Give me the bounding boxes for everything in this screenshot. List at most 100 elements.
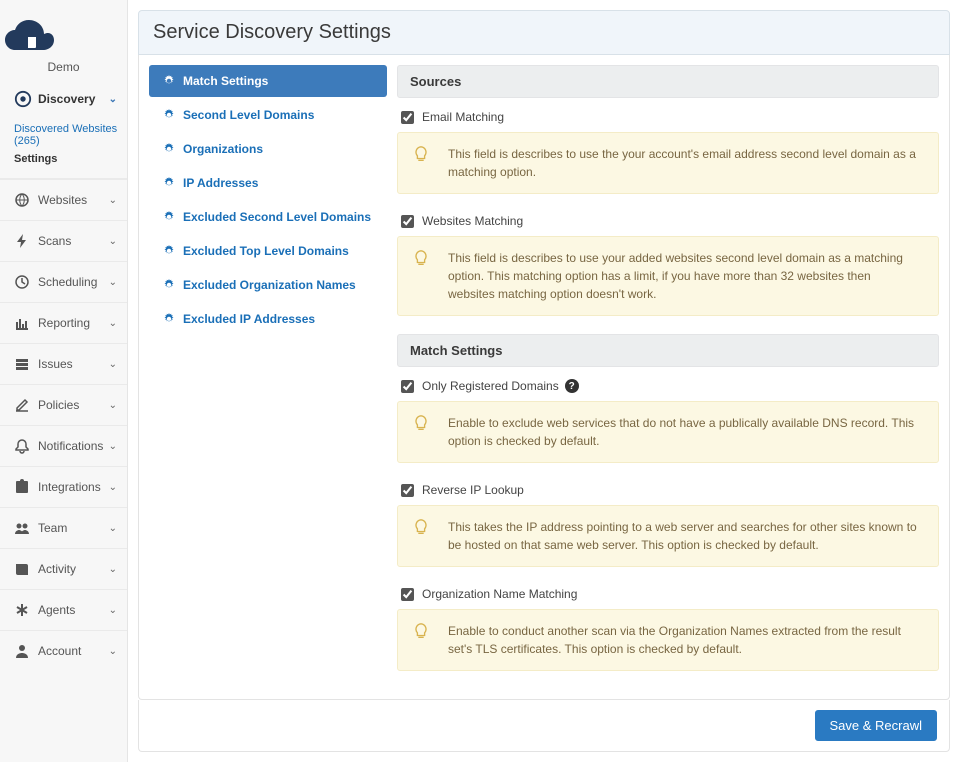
gear-icon — [163, 279, 175, 291]
gear-icon — [163, 313, 175, 325]
settings-nav-excluded-organization-names[interactable]: Excluded Organization Names — [149, 269, 387, 301]
users-icon — [14, 520, 30, 536]
chart-icon — [14, 315, 30, 331]
brand-logo — [0, 0, 127, 60]
gear-icon — [163, 109, 175, 121]
chevron-down-icon: ⌄ — [109, 195, 117, 206]
globe-icon — [14, 192, 30, 208]
settings-nav-label: IP Addresses — [183, 176, 258, 190]
nav-item-label: Issues — [38, 357, 73, 371]
settings-nav-match-settings[interactable]: Match Settings — [149, 65, 387, 97]
checkbox-only-registered-label: Only Registered Domains — [422, 379, 559, 393]
chevron-down-icon: ⌄ — [109, 523, 117, 534]
help-icon[interactable]: ? — [565, 379, 579, 393]
footer-bar: Save & Recrawl — [138, 700, 950, 752]
bell-icon — [14, 438, 30, 454]
settings-nav-label: Excluded Second Level Domains — [183, 210, 371, 224]
checkbox-websites-matching[interactable]: Websites Matching — [397, 212, 939, 236]
nav-item-label: Notifications — [38, 439, 103, 453]
lightbulb-icon — [412, 414, 430, 432]
info-org-name: Enable to conduct another scan via the O… — [397, 609, 939, 671]
nav-item-label: Policies — [38, 398, 79, 412]
nav-item-label: Account — [38, 644, 81, 658]
settings-nav-label: Second Level Domains — [183, 108, 314, 122]
lightbulb-icon — [412, 518, 430, 536]
settings-nav-label: Organizations — [183, 142, 263, 156]
nav-item-websites[interactable]: Websites ⌄ — [0, 179, 127, 220]
chevron-down-icon: ⌄ — [109, 605, 117, 616]
nav-item-integrations[interactable]: Integrations ⌄ — [0, 466, 127, 507]
checkbox-org-name-label: Organization Name Matching — [422, 587, 577, 601]
nav-item-label: Team — [38, 521, 67, 535]
subnav-settings[interactable]: Settings — [14, 150, 127, 168]
checkbox-only-registered[interactable]: Only Registered Domains ? — [397, 377, 939, 401]
nav-item-issues[interactable]: Issues ⌄ — [0, 343, 127, 384]
section-sources-header: Sources — [397, 65, 939, 98]
info-websites-matching: This field is describes to use your adde… — [397, 236, 939, 316]
puzzle-icon — [14, 479, 30, 495]
edit-icon — [14, 397, 30, 413]
settings-nav-ip-addresses[interactable]: IP Addresses — [149, 167, 387, 199]
nav-item-label: Scheduling — [38, 275, 97, 289]
checkbox-email-matching[interactable]: Email Matching — [397, 108, 939, 132]
settings-nav-excluded-ip-addresses[interactable]: Excluded IP Addresses — [149, 303, 387, 335]
stack-icon — [14, 356, 30, 372]
gear-icon — [163, 177, 175, 189]
lightbulb-icon — [412, 145, 430, 163]
settings-nav-label: Excluded Top Level Domains — [183, 244, 349, 258]
settings-nav-label: Excluded Organization Names — [183, 278, 356, 292]
asterisk-icon — [14, 602, 30, 618]
checkbox-reverse-ip[interactable]: Reverse IP Lookup — [397, 481, 939, 505]
gear-icon — [163, 211, 175, 223]
section-match-header: Match Settings — [397, 334, 939, 367]
discovery-subnav: Discovered Websites (265) Settings — [0, 116, 127, 179]
checkbox-reverse-ip-input[interactable] — [401, 484, 414, 497]
checkbox-org-name[interactable]: Organization Name Matching — [397, 585, 939, 609]
nav-item-reporting[interactable]: Reporting ⌄ — [0, 302, 127, 343]
lightbulb-icon — [412, 622, 430, 640]
nav-item-agents[interactable]: Agents⌄ — [0, 589, 127, 630]
nav-item-scheduling[interactable]: Scheduling ⌄ — [0, 261, 127, 302]
page-title-bar: Service Discovery Settings — [138, 10, 950, 55]
chevron-down-icon: ⌄ — [109, 94, 117, 105]
settings-nav: Match Settings Second Level Domains Organi… — [139, 55, 397, 699]
chevron-down-icon: ⌄ — [109, 359, 117, 370]
chevron-down-icon: ⌄ — [109, 564, 117, 575]
settings-nav-second-level-domains[interactable]: Second Level Domains — [149, 99, 387, 131]
save-recrawl-button[interactable]: Save & Recrawl — [815, 710, 937, 741]
chevron-down-icon: ⌄ — [109, 277, 117, 288]
info-only-registered: Enable to exclude web services that do n… — [397, 401, 939, 463]
target-icon — [14, 90, 32, 108]
nav-item-activity[interactable]: Activity ⌄ — [0, 548, 127, 589]
nav-discovery-label: Discovery — [38, 92, 95, 106]
nav-item-label: Activity — [38, 562, 76, 576]
user-icon — [14, 643, 30, 659]
subnav-discovered-websites[interactable]: Discovered Websites (265) — [14, 120, 127, 150]
nav-item-scans[interactable]: Scans⌄ — [0, 220, 127, 261]
nav-item-notifications[interactable]: Notifications⌄ — [0, 425, 127, 466]
cloud-logo-icon — [0, 14, 56, 54]
chevron-down-icon: ⌄ — [109, 318, 117, 329]
gear-icon — [163, 75, 175, 87]
chevron-down-icon: ⌄ — [109, 482, 117, 493]
nav-item-team[interactable]: Team ⌄ — [0, 507, 127, 548]
checkbox-reverse-ip-label: Reverse IP Lookup — [422, 483, 524, 497]
nav-item-label: Integrations — [38, 480, 101, 494]
settings-nav-excluded-top-level-domains[interactable]: Excluded Top Level Domains — [149, 235, 387, 267]
sidebar: Demo Discovery ⌄ Discovered Websites (26… — [0, 0, 128, 762]
nav-item-policies[interactable]: Policies ⌄ — [0, 384, 127, 425]
nav-item-label: Websites — [38, 193, 87, 207]
nav-item-account[interactable]: Account ⌄ — [0, 630, 127, 671]
chevron-down-icon: ⌄ — [109, 646, 117, 657]
gear-icon — [163, 143, 175, 155]
chevron-down-icon: ⌄ — [109, 400, 117, 411]
checkbox-websites-matching-label: Websites Matching — [422, 214, 523, 228]
checkbox-org-name-input[interactable] — [401, 588, 414, 601]
settings-nav-excluded-second-level-domains[interactable]: Excluded Second Level Domains — [149, 201, 387, 233]
checkbox-email-matching-input[interactable] — [401, 111, 414, 124]
nav-item-label: Reporting — [38, 316, 90, 330]
checkbox-websites-matching-input[interactable] — [401, 215, 414, 228]
checkbox-only-registered-input[interactable] — [401, 380, 414, 393]
nav-discovery[interactable]: Discovery ⌄ — [0, 82, 127, 116]
settings-nav-organizations[interactable]: Organizations — [149, 133, 387, 165]
